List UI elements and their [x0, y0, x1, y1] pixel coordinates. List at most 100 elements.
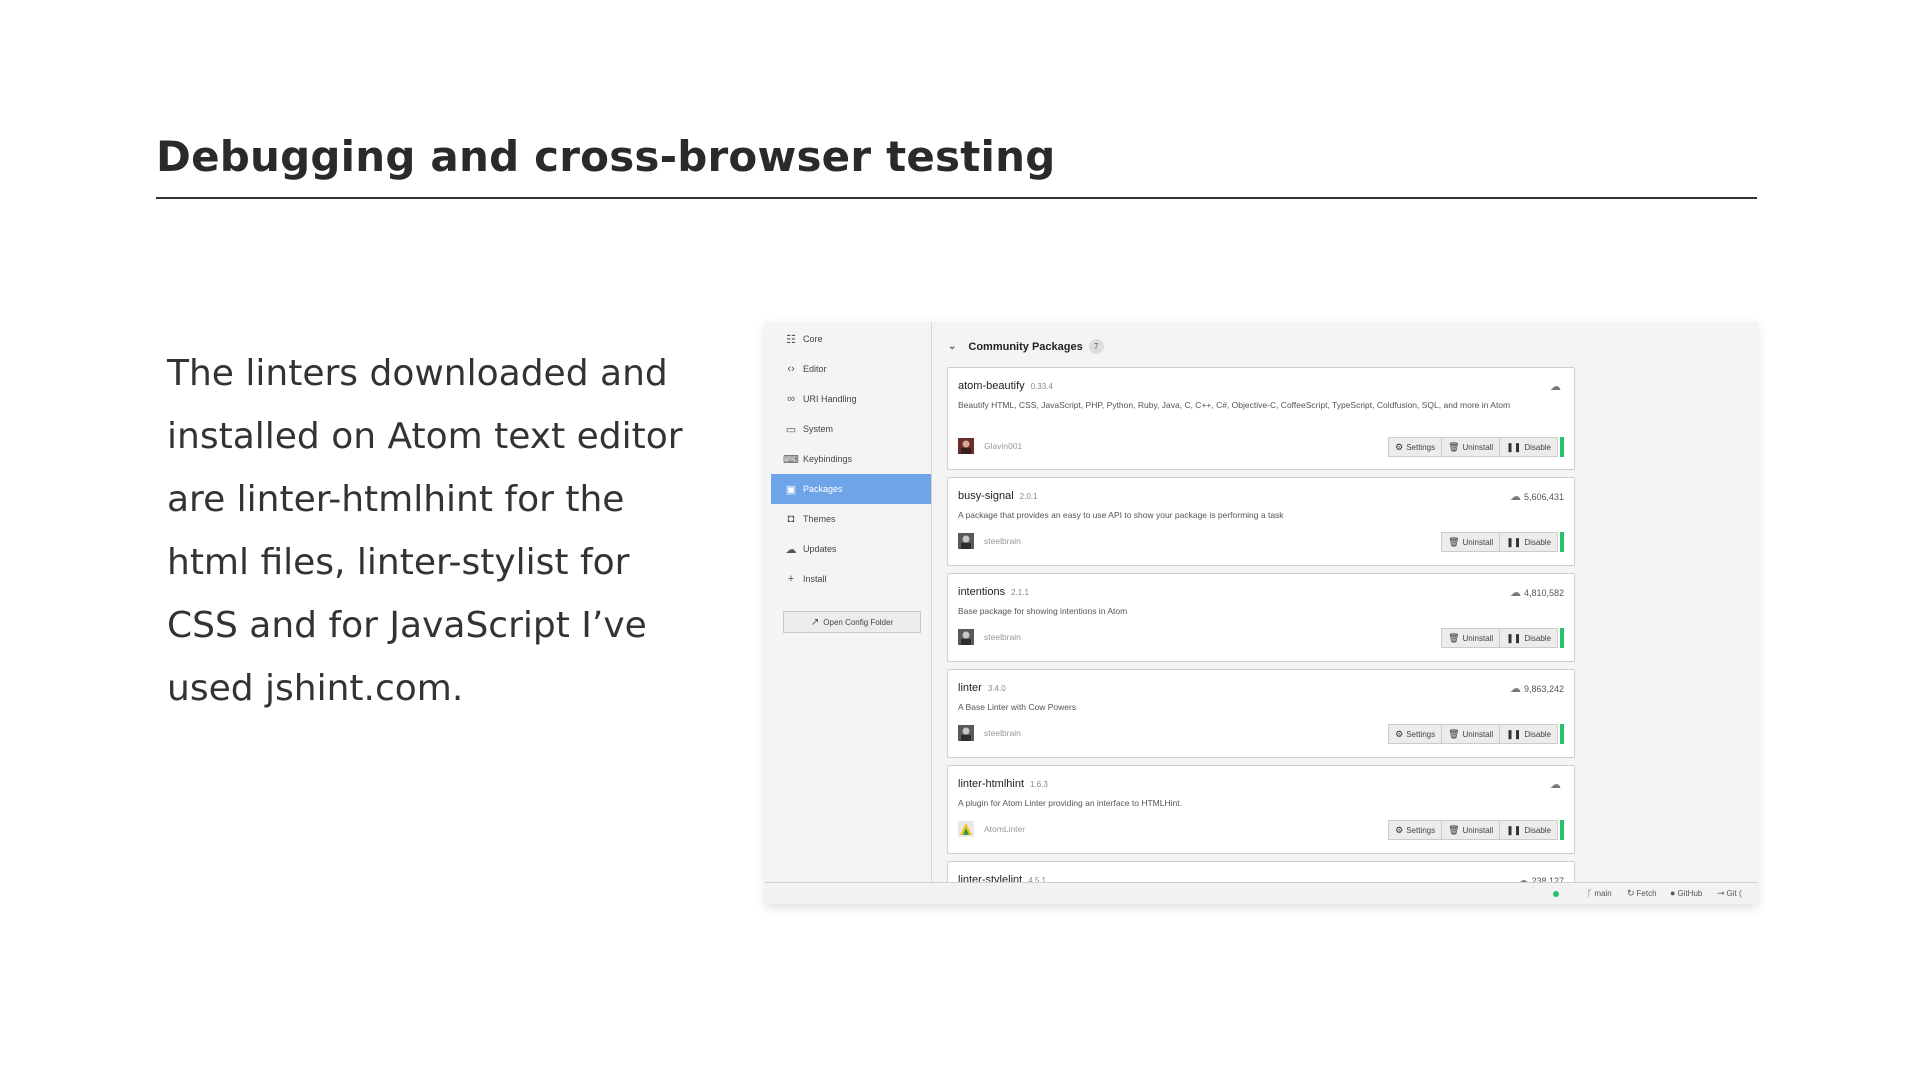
pause-icon: ❚❚ — [1506, 632, 1522, 643]
sidebar-item-label: Updates — [803, 544, 837, 554]
sidebar-item-install[interactable]: + Install — [771, 564, 931, 594]
avatar — [958, 725, 974, 741]
package-name[interactable]: atom-beautify 0.33.4 — [958, 380, 1053, 392]
uninstall-button[interactable]: 🗑 Uninstall — [1441, 532, 1501, 552]
package-author[interactable]: AtomLinter — [958, 821, 1025, 837]
sidebar-item-themes[interactable]: ◘ Themes — [771, 504, 931, 534]
sidebar-item-updates[interactable]: ☁ Updates — [771, 534, 931, 564]
fetch-button[interactable]: ↻ Fetch — [1627, 888, 1657, 899]
sidebar-item-label: System — [803, 424, 834, 434]
community-packages-header[interactable]: ⌄ Community Packages 7 — [948, 339, 1104, 354]
cloud-download-icon: ☁ — [1550, 779, 1561, 791]
open-config-folder-button[interactable]: ↗ Open Config Folder — [783, 611, 921, 633]
package-actions: ⚙ Settings 🗑 Uninstall ❚❚ Disable — [1388, 724, 1564, 744]
package-author[interactable]: steelbrain — [958, 533, 1021, 549]
sidebar-item-system[interactable]: ▭ System — [771, 414, 931, 444]
sync-icon: ↻ — [1627, 888, 1635, 898]
settings-button[interactable]: ⚙ Settings — [1388, 437, 1443, 457]
sidebar-item-packages[interactable]: ▣ Packages — [771, 474, 931, 504]
package-icon: ▣ — [785, 483, 797, 496]
uninstall-button[interactable]: 🗑 Uninstall — [1441, 437, 1501, 457]
git-branch-icon: ᚴ — [1587, 888, 1593, 898]
gear-icon: ⚙ — [1395, 728, 1404, 739]
gear-icon: ⚙ — [1395, 824, 1404, 835]
github-icon: ● — [1670, 888, 1676, 898]
trash-icon: 🗑 — [1448, 728, 1460, 739]
disable-button[interactable]: ❚❚ Disable — [1499, 628, 1558, 648]
avatar — [958, 438, 974, 454]
pause-icon: ❚❚ — [1506, 728, 1522, 739]
package-actions: 🗑 Uninstall ❚❚ Disable — [1441, 628, 1564, 648]
plus-icon: + — [787, 573, 795, 585]
slide-title: Debugging and cross-browser testing — [156, 132, 1056, 181]
settings-button[interactable]: ⚙ Settings — [1388, 724, 1443, 744]
cloud-download-icon: ☁ — [1509, 587, 1521, 599]
package-card-busy-signal: busy-signal 2.0.1 ☁ 5,606,431 A package th… — [947, 477, 1575, 566]
download-count: ☁ — [1550, 380, 1564, 393]
enabled-indicator — [1560, 628, 1564, 648]
section-title: Community Packages — [968, 340, 1083, 353]
keyboard-icon: ⌨ — [783, 453, 799, 466]
avatar — [958, 629, 974, 645]
package-card-atom-beautify: atom-beautify 0.33.4 ☁ Beautify HTML, CSS… — [947, 367, 1575, 470]
package-card-intentions: intentions 2.1.1 ☁ 4,810,582 Base package … — [947, 573, 1575, 662]
git-commit-icon: ⊸ — [1717, 888, 1725, 898]
trash-icon: 🗑 — [1448, 632, 1460, 643]
sidebar-item-uri-handling[interactable]: ∞ URI Handling — [771, 384, 931, 414]
trash-icon: 🗑 — [1448, 536, 1460, 547]
disable-button[interactable]: ❚❚ Disable — [1499, 437, 1558, 457]
sidebar-item-label: Editor — [803, 364, 827, 374]
package-description: A plugin for Atom Linter providing an in… — [958, 798, 1182, 808]
sidebar-item-keybindings[interactable]: ⌨ Keybindings — [771, 444, 931, 474]
package-name[interactable]: intentions 2.1.1 — [958, 586, 1029, 598]
git-tab[interactable]: ⊸ Git ( — [1717, 888, 1742, 899]
sidebar-item-label: Keybindings — [803, 454, 853, 464]
trash-icon: 🗑 — [1448, 441, 1460, 452]
settings-sidebar: ☷ Core ‹› Editor ∞ URI Handling ▭ System ⌨ Ke… — [765, 322, 932, 884]
download-count: ☁ 5,606,431 — [1509, 491, 1564, 503]
avatar — [958, 533, 974, 549]
package-author[interactable]: steelbrain — [958, 725, 1021, 741]
cloud-download-icon: ☁ — [785, 543, 797, 556]
package-description: A package that provides an easy to use A… — [958, 510, 1284, 520]
external-link-icon: ↗ — [810, 616, 820, 628]
sliders-icon: ☷ — [786, 333, 796, 346]
avatar — [958, 821, 974, 837]
download-count: ☁ 9,863,242 — [1509, 683, 1564, 695]
package-version: 0.33.4 — [1030, 382, 1053, 391]
gear-icon: ⚙ — [1395, 441, 1404, 452]
package-author[interactable]: Glavin001 — [958, 438, 1022, 454]
package-name[interactable]: linter-htmlhint 1.6.3 — [958, 778, 1048, 790]
enabled-indicator — [1560, 724, 1564, 744]
package-author[interactable]: steelbrain — [958, 629, 1021, 645]
disable-button[interactable]: ❚❚ Disable — [1499, 820, 1558, 840]
settings-button[interactable]: ⚙ Settings — [1388, 820, 1443, 840]
status-indicator — [1553, 891, 1559, 897]
package-version: 1.6.3 — [1030, 780, 1048, 789]
cloud-download-icon: ☁ — [1550, 381, 1561, 393]
uninstall-button[interactable]: 🗑 Uninstall — [1441, 724, 1501, 744]
package-name[interactable]: linter 3.4.0 — [958, 682, 1006, 694]
monitor-icon: ▭ — [785, 423, 797, 436]
package-actions: 🗑 Uninstall ❚❚ Disable — [1441, 532, 1564, 552]
package-description: Base package for showing intentions in A… — [958, 606, 1128, 616]
package-card-linter-htmlhint: linter-htmlhint 1.6.3 ☁ A plugin for Atom… — [947, 765, 1575, 854]
package-description: A Base Linter with Cow Powers — [958, 702, 1077, 712]
sidebar-item-label: Themes — [803, 514, 836, 524]
sidebar-item-core[interactable]: ☷ Core — [771, 324, 931, 354]
uninstall-button[interactable]: 🗑 Uninstall — [1441, 628, 1501, 648]
package-name[interactable]: busy-signal 2.0.1 — [958, 490, 1037, 502]
disable-button[interactable]: ❚❚ Disable — [1499, 724, 1558, 744]
sidebar-item-label: URI Handling — [803, 394, 857, 404]
sidebar-item-label: Packages — [803, 484, 843, 494]
pause-icon: ❚❚ — [1506, 824, 1522, 835]
atom-settings-screenshot: ☷ Core ‹› Editor ∞ URI Handling ▭ System ⌨ Ke… — [765, 322, 1758, 904]
package-version: 2.1.1 — [1011, 588, 1029, 597]
sidebar-item-editor[interactable]: ‹› Editor — [771, 354, 931, 384]
package-card-linter: linter 3.4.0 ☁ 9,863,242 A Base Linter wit… — [947, 669, 1575, 758]
branch-status[interactable]: ᚴ main — [1587, 888, 1612, 898]
disable-button[interactable]: ❚❚ Disable — [1499, 532, 1558, 552]
github-tab[interactable]: ● GitHub — [1670, 888, 1702, 898]
uninstall-button[interactable]: 🗑 Uninstall — [1441, 820, 1501, 840]
open-config-label: Open Config Folder — [823, 617, 894, 627]
